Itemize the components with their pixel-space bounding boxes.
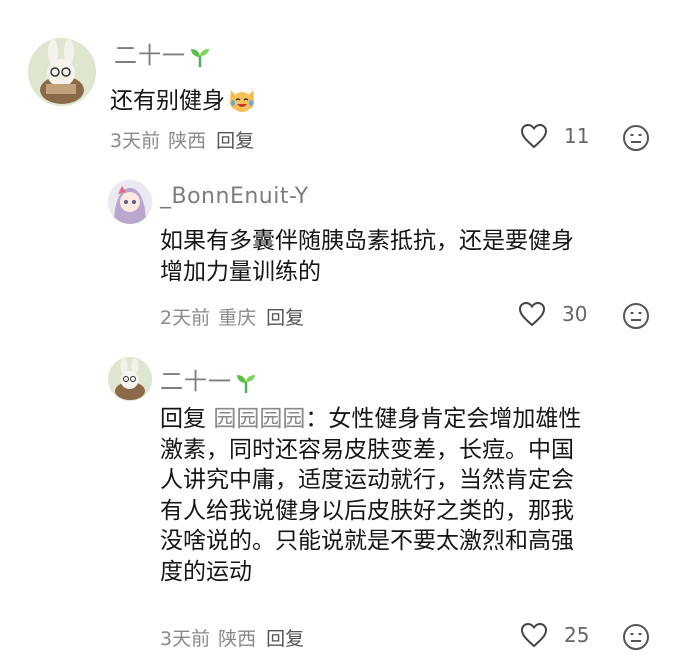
like-button[interactable]: 25 xyxy=(520,622,589,648)
sprout-icon xyxy=(237,374,255,393)
timestamp: 3天前 xyxy=(160,628,211,650)
heart-icon xyxy=(520,622,548,648)
like-count: 25 xyxy=(564,623,590,647)
comment-3: 二十一 回复 园园园园：女性健身肯定会增加雄性 激素，同时还容易皮肤变差，长痘。… xyxy=(0,0,690,670)
comment-text-line: 有人给我说健身以后皮肤好之类的，那我 xyxy=(160,497,574,524)
rabbit-avatar-icon xyxy=(108,357,152,401)
comment-text-line: 没啥说的。只能说就是不要太激烈和高强 xyxy=(160,528,574,554)
location: 陕西 xyxy=(218,628,257,650)
emoji-reaction-button[interactable] xyxy=(622,623,650,655)
comment-text-line: 回复 园园园园：女性健身肯定会增加雄性 xyxy=(160,406,582,432)
smiley-icon xyxy=(623,624,649,650)
avatar[interactable] xyxy=(108,357,152,401)
comment-text: 回复 园园园园：女性健身肯定会增加雄性 激素，同时还容易皮肤变差，长痘。中国 人… xyxy=(160,404,660,587)
author-name[interactable]: 二十一 xyxy=(160,362,258,396)
author-name-text: 二十一 xyxy=(160,369,232,395)
reply-button[interactable]: 回复 xyxy=(266,628,304,650)
comment-meta: 3天前 陕西 回复 xyxy=(160,624,312,651)
reply-prefix: 回复 xyxy=(160,406,206,432)
comment-text-line: 度的运动 xyxy=(160,558,252,585)
comment-text-line: 人讲究中庸，适度运动就行，当然肯定会 xyxy=(160,467,574,493)
mention-link[interactable]: 园园园园 xyxy=(213,406,305,432)
comment-text-line: 激素，同时还容易皮肤变差，长痘。中国 xyxy=(160,436,574,463)
